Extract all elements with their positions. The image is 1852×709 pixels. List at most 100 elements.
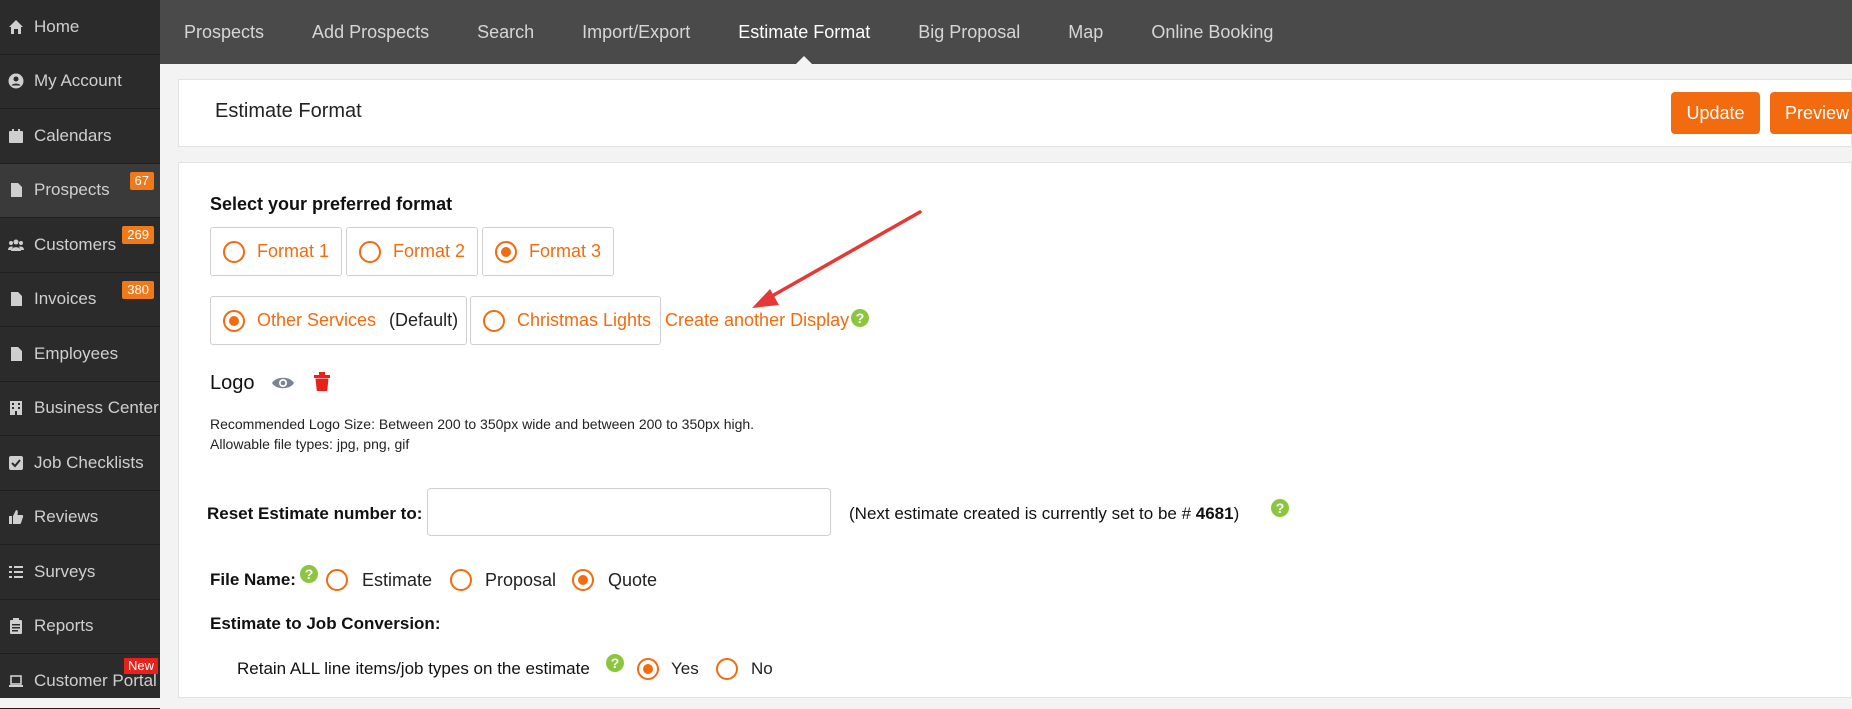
new-badge: New [123, 658, 158, 675]
tab-map[interactable]: Map [1068, 0, 1103, 64]
tab-estimate-format[interactable]: Estimate Format [738, 0, 870, 64]
count-badge: 269 [122, 226, 154, 245]
format-option-1[interactable]: Format 1 [210, 227, 342, 276]
other-services-radio[interactable] [223, 309, 245, 332]
eye-icon[interactable] [271, 375, 295, 396]
tab-big-proposal[interactable]: Big Proposal [918, 0, 1020, 64]
page-header: Estimate Format Update Preview [178, 79, 1852, 147]
reset-estimate-input[interactable] [427, 488, 831, 536]
calendar-icon [8, 128, 24, 144]
format-3-radio[interactable] [495, 240, 517, 263]
sidebar-item-label: Job Checklists [34, 452, 144, 472]
sidebar-item-label: Business Center [34, 398, 159, 418]
tab-online-booking[interactable]: Online Booking [1151, 0, 1273, 64]
sidebar-item-invoices[interactable]: Invoices 380 [0, 273, 160, 327]
file-name-option-label: Quote [608, 570, 658, 590]
file-name-estimate-radio[interactable] [326, 569, 348, 591]
tab-prospects[interactable]: Prospects [184, 0, 264, 64]
format-1-radio[interactable] [223, 240, 245, 263]
trash-icon[interactable] [313, 372, 331, 397]
sidebar-item-calendars[interactable]: Calendars [0, 109, 160, 164]
tab-import-export[interactable]: Import/Export [582, 0, 690, 64]
list-icon [8, 564, 24, 580]
retain-yes-radio[interactable] [637, 658, 659, 680]
document-icon [8, 182, 24, 198]
file-name-quote-radio[interactable] [572, 569, 594, 591]
format-option-label: Format 1 [257, 241, 330, 261]
format-heading: Select your preferred format [210, 194, 453, 214]
display-option-label: Christmas Lights [517, 310, 652, 330]
checkbox-icon [8, 455, 24, 471]
sidebar-item-reviews[interactable]: Reviews [0, 491, 160, 545]
laptop-icon [8, 673, 24, 689]
sidebar-item-business-center[interactable]: Business Center [0, 382, 160, 436]
sidebar-item-label: Reports [34, 616, 94, 636]
next-estimate-number: 4681 [1195, 504, 1234, 523]
users-icon [8, 237, 24, 253]
clipboard-icon [8, 618, 24, 635]
sidebar-item-label: Prospects [34, 180, 110, 200]
sidebar-item-label: Calendars [34, 125, 112, 145]
sidebar: Home My Account Calendars Prospects 67 C… [0, 0, 160, 709]
format-option-3[interactable]: Format 3 [482, 227, 614, 276]
user-circle-icon [8, 73, 24, 89]
retain-line-items-label: Retain ALL line items/job types on the e… [237, 659, 590, 678]
display-option-christmas-lights[interactable]: Christmas Lights [470, 296, 661, 345]
sidebar-item-label: Invoices [34, 289, 97, 309]
count-badge: 380 [122, 280, 154, 299]
create-display-link[interactable]: Create another Display [665, 310, 849, 331]
sidebar-item-my-account[interactable]: My Account [0, 55, 160, 109]
logo-types-note: Allowable file types: jpg, png, gif [210, 436, 410, 452]
logo-label: Logo [210, 372, 255, 394]
sidebar-item-job-checklists[interactable]: Job Checklists [0, 436, 160, 491]
file-name-option-label: Proposal [485, 570, 557, 590]
estimate-format-form: Select your preferred format Format 1 Fo… [178, 162, 1852, 698]
file-name-label: File Name: [210, 570, 296, 589]
format-option-label: Format 2 [393, 241, 466, 261]
document-icon [8, 291, 24, 307]
christmas-lights-radio[interactable] [483, 309, 505, 332]
sidebar-item-reports[interactable]: Reports [0, 600, 160, 654]
help-icon[interactable]: ? [1271, 499, 1289, 517]
preview-button[interactable]: Preview [1770, 92, 1852, 134]
sidebar-item-label: Reviews [34, 507, 99, 527]
retain-no-radio[interactable] [716, 658, 738, 680]
tab-add-prospects[interactable]: Add Prospects [312, 0, 429, 64]
logo-size-note: Recommended Logo Size: Between 200 to 35… [210, 416, 755, 432]
sidebar-item-customer-portal[interactable]: Customer Portal New [0, 654, 160, 709]
retain-option-label: Yes [671, 659, 699, 678]
help-icon[interactable]: ? [300, 565, 318, 583]
next-estimate-note: (Next estimate created is currently set … [849, 504, 1239, 524]
next-estimate-note-suffix: ) [1233, 504, 1240, 523]
tab-search[interactable]: Search [477, 0, 534, 64]
sidebar-item-label: Employees [34, 343, 119, 363]
conversion-heading: Estimate to Job Conversion: [210, 614, 441, 633]
format-option-2[interactable]: Format 2 [346, 227, 478, 276]
sidebar-item-label: My Account [34, 71, 122, 91]
sidebar-item-prospects[interactable]: Prospects 67 [0, 163, 160, 218]
help-icon[interactable]: ? [606, 654, 624, 672]
default-marker: (Default) [389, 310, 459, 330]
sidebar-item-employees[interactable]: Employees [0, 327, 160, 382]
next-estimate-note-prefix: (Next estimate created is currently set … [849, 504, 1196, 523]
top-navigation: Prospects Add Prospects Search Import/Ex… [160, 0, 1852, 64]
format-2-radio[interactable] [359, 240, 381, 263]
reset-estimate-label: Reset Estimate number to: [207, 504, 423, 523]
home-icon [8, 19, 24, 35]
sidebar-item-surveys[interactable]: Surveys [0, 545, 160, 600]
file-name-option-label: Estimate [362, 570, 433, 590]
sidebar-item-label: Home [34, 16, 80, 36]
sidebar-item-label: Surveys [34, 561, 96, 581]
sidebar-item-customers[interactable]: Customers 269 [0, 218, 160, 273]
building-icon [8, 400, 24, 416]
update-button[interactable]: Update [1671, 92, 1760, 134]
display-option-label: Other Services [257, 310, 377, 330]
page-title: Estimate Format [215, 100, 362, 122]
sidebar-item-label: Customers [34, 234, 117, 254]
retain-option-label: No [751, 659, 773, 678]
sidebar-item-home[interactable]: Home [0, 0, 160, 55]
display-option-other-services[interactable]: Other Services (Default) [210, 296, 467, 345]
help-icon[interactable]: ? [851, 309, 869, 327]
file-name-proposal-radio[interactable] [450, 569, 472, 591]
document-icon [8, 346, 24, 362]
